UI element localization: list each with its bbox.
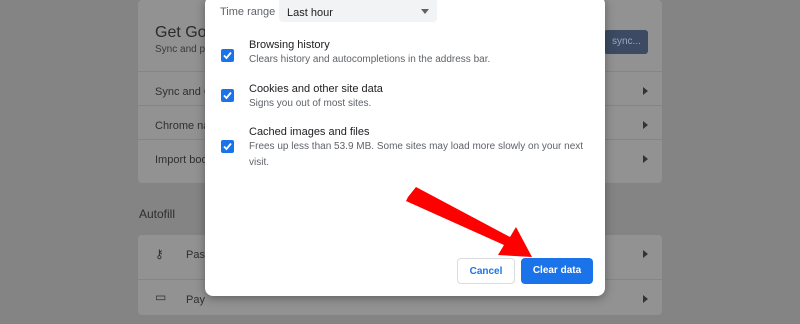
cookies-checkbox[interactable] (221, 89, 234, 102)
chevron-down-icon (421, 9, 429, 14)
option-title: Browsing history (249, 39, 330, 51)
checkmark-icon (223, 142, 232, 151)
settings-row-label: Import boo (155, 154, 208, 166)
autofill-section-title: Autofill (139, 207, 176, 221)
checkmark-icon (223, 91, 232, 100)
settings-row-label: Sync and G (155, 86, 213, 98)
cached-images-checkbox[interactable] (221, 140, 234, 153)
chevron-right-icon (643, 250, 648, 258)
chevron-right-icon (643, 155, 648, 163)
time-range-select[interactable]: Last hour (279, 0, 437, 22)
settings-row-label: Chrome na (155, 120, 210, 132)
card-icon: ▭ (155, 290, 167, 304)
option-title: Cookies and other site data (249, 83, 383, 95)
option-description: Frees up less than 53.9 MB. Some sites m… (249, 141, 584, 168)
key-icon: ⚷ (155, 247, 164, 261)
sync-card-subtitle: Sync and p (155, 44, 206, 55)
chevron-right-icon (643, 87, 648, 95)
sync-button-label: sync... (612, 36, 641, 47)
browsing-history-checkbox[interactable] (221, 49, 234, 62)
autofill-row-label: Pay (186, 294, 205, 306)
checkmark-icon (223, 51, 232, 60)
time-range-label: Time range (220, 6, 276, 18)
red-arrow-icon (406, 187, 532, 257)
time-range-value: Last hour (287, 7, 333, 19)
autofill-row-label: Pas (186, 249, 205, 261)
option-description: Clears history and autocompletions in th… (249, 54, 491, 65)
option-title: Cached images and files (249, 126, 370, 138)
option-description: Signs you out of most sites. (249, 98, 372, 109)
turn-on-sync-button[interactable]: sync... (604, 30, 648, 54)
chevron-right-icon (643, 121, 648, 129)
chevron-right-icon (643, 295, 648, 303)
